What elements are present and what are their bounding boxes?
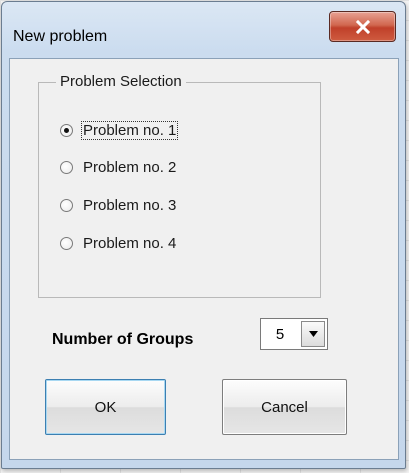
new-problem-dialog: New problem Problem Selection Problem no… <box>1 1 406 469</box>
radio-problem-3[interactable]: Problem no. 3 <box>60 193 178 217</box>
dropdown-button[interactable] <box>301 321 325 347</box>
radio-unselected-icon[interactable] <box>60 236 73 250</box>
chevron-down-icon <box>308 331 318 337</box>
radio-problem-2[interactable]: Problem no. 2 <box>60 155 178 179</box>
title-bar[interactable]: New problem <box>2 2 405 58</box>
radio-label: Problem no. 1 <box>81 120 179 140</box>
radio-unselected-icon[interactable] <box>60 160 73 174</box>
problem-selection-legend: Problem Selection <box>56 73 186 90</box>
radio-problem-4[interactable]: Problem no. 4 <box>60 231 178 255</box>
ok-button[interactable]: OK <box>45 379 166 435</box>
radio-label: Problem no. 3 <box>83 196 177 214</box>
close-icon <box>355 19 370 34</box>
number-of-groups-label: Number of Groups <box>52 331 194 348</box>
number-of-groups-value: 5 <box>275 325 285 343</box>
radio-label: Problem no. 2 <box>83 158 177 176</box>
number-of-groups-dropdown[interactable]: 5 <box>260 318 328 350</box>
radio-label: Problem no. 4 <box>83 234 177 252</box>
problem-selection-group <box>38 82 321 298</box>
radio-selected-icon[interactable] <box>60 123 73 137</box>
dialog-content: Problem Selection Problem no. 1 Problem … <box>9 58 399 460</box>
close-button[interactable] <box>329 11 396 42</box>
cancel-button[interactable]: Cancel <box>222 379 347 435</box>
radio-problem-1[interactable]: Problem no. 1 <box>60 118 179 142</box>
window-title: New problem <box>13 28 108 45</box>
radio-unselected-icon[interactable] <box>60 198 73 212</box>
